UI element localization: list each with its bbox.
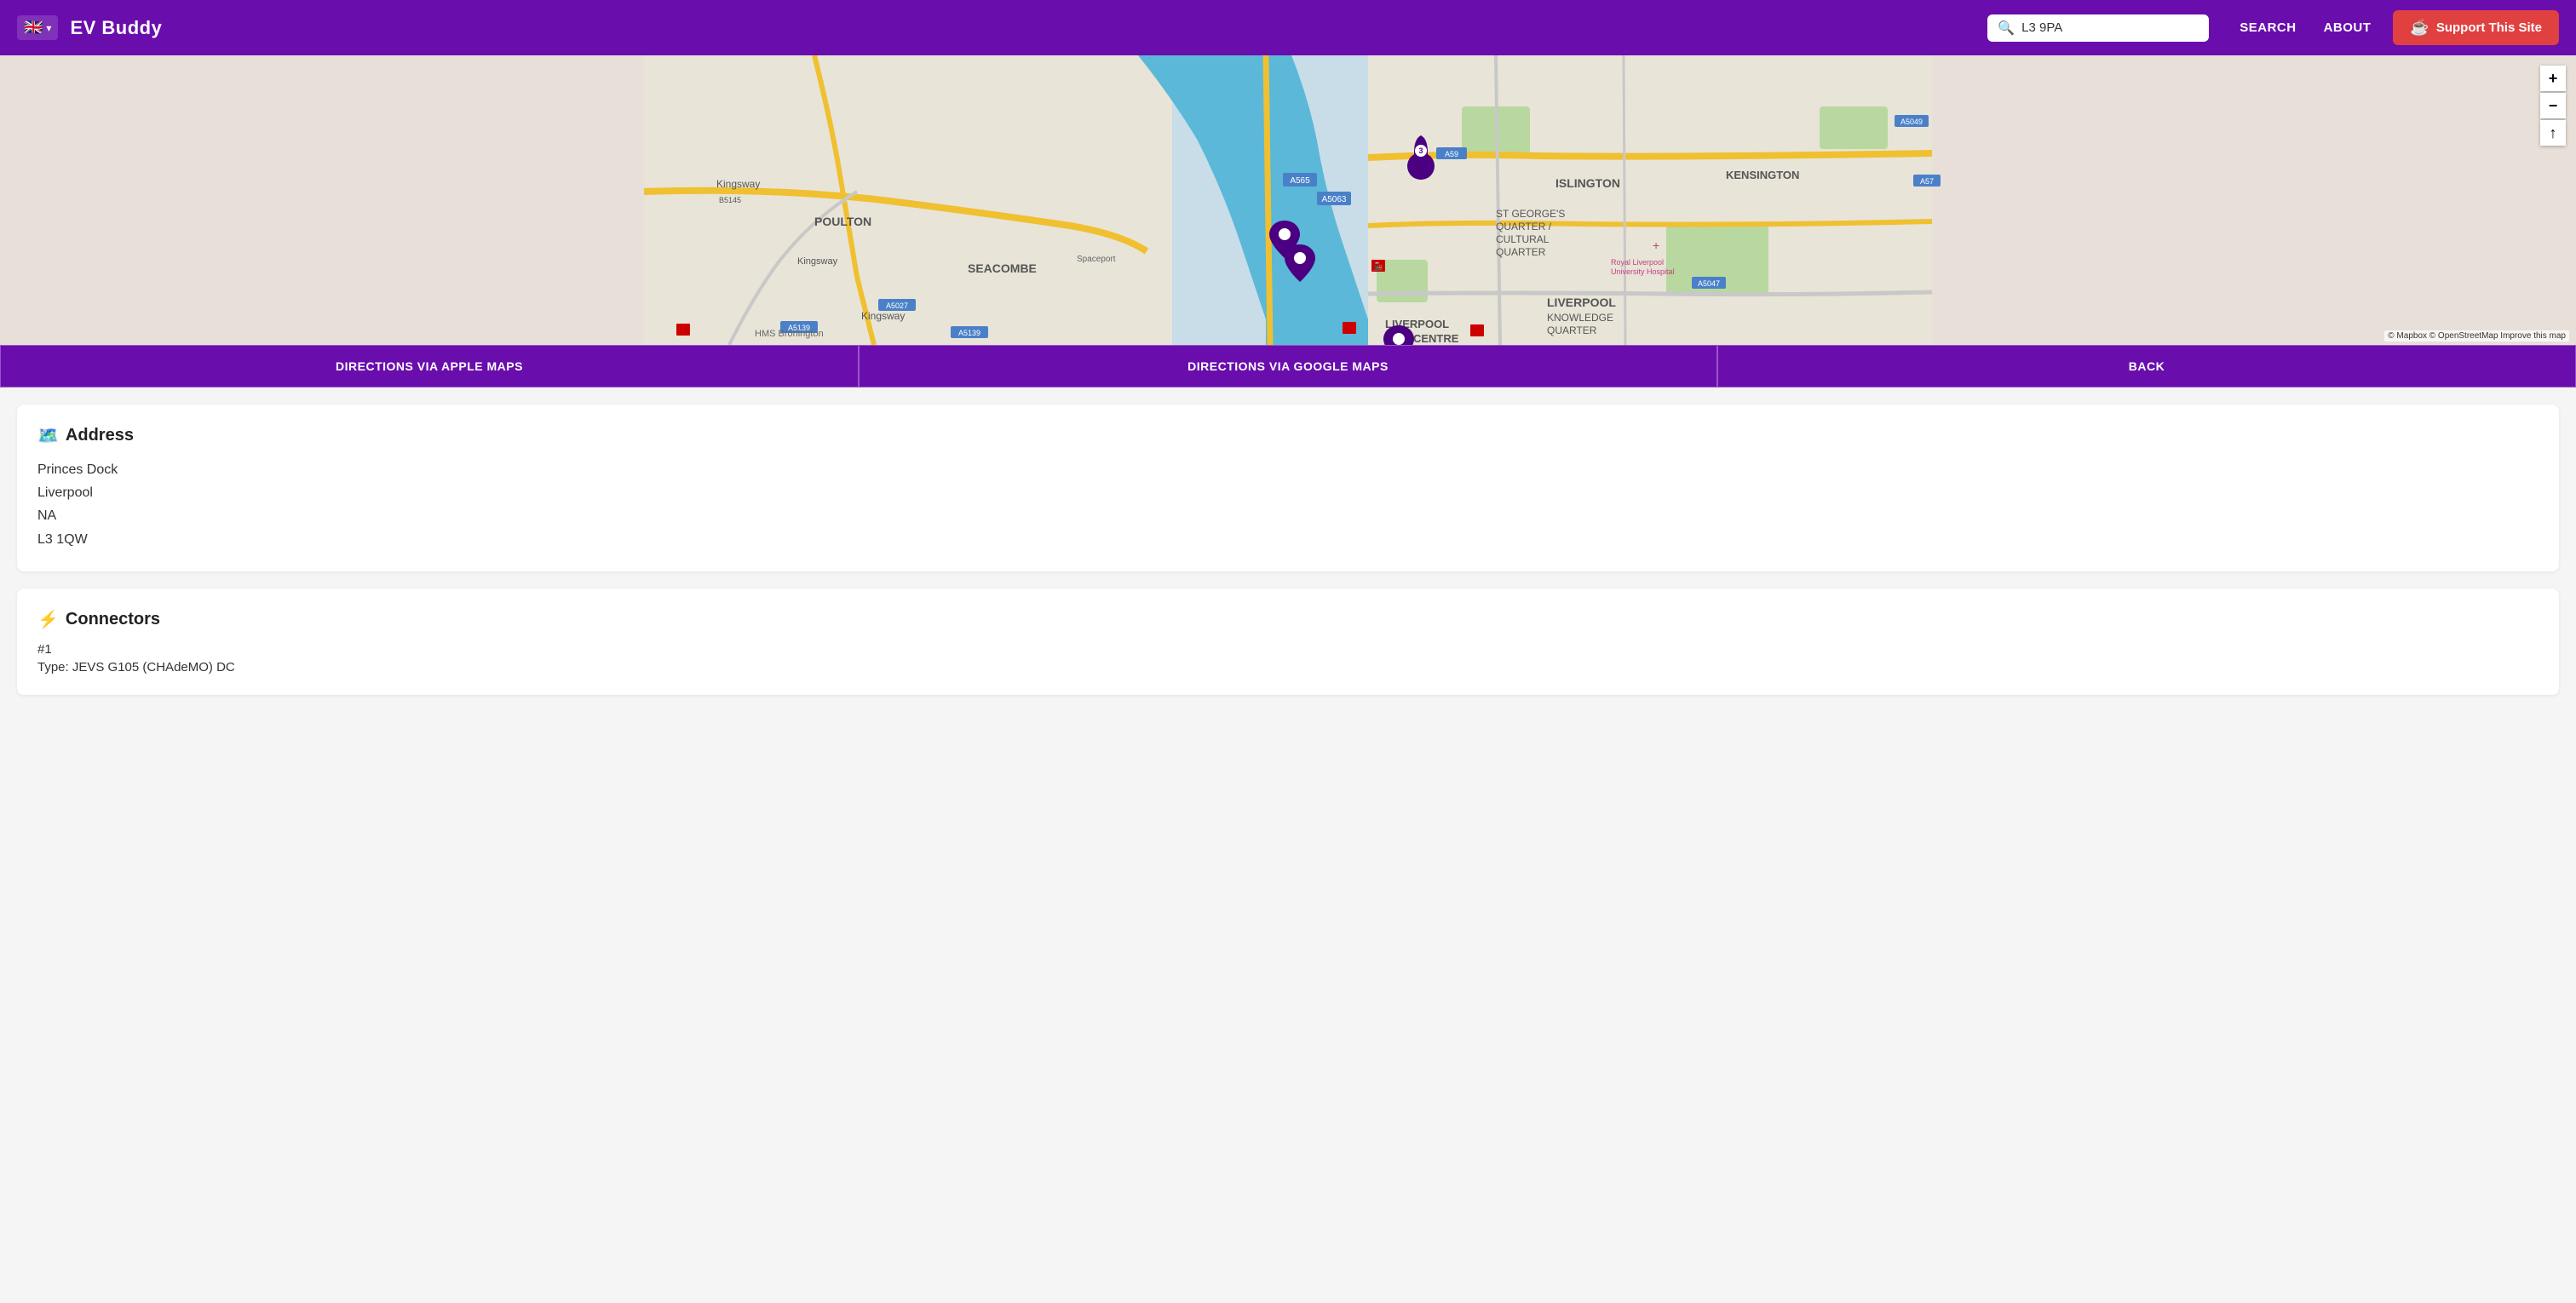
about-nav-button[interactable]: ABOUT — [2324, 20, 2372, 35]
connector-type: Type: JEVS G105 (CHAdeMO) DC — [37, 660, 2539, 674]
search-bar: 🔍 — [1987, 14, 2209, 42]
map-controls: + − ↑ — [2540, 66, 2566, 146]
apple-maps-button[interactable]: DIRECTIONS VIA APPLE MAPS — [0, 345, 859, 387]
connectors-icon: ⚡ — [37, 609, 59, 630]
svg-text:QUARTER: QUARTER — [1547, 324, 1597, 336]
svg-text:ISLINGTON: ISLINGTON — [1555, 176, 1620, 190]
svg-text:Kingsway: Kingsway — [797, 256, 838, 267]
language-selector[interactable]: 🇬🇧 ▾ — [17, 15, 58, 40]
svg-text:A5049: A5049 — [1900, 118, 1923, 126]
svg-text:University Hospital: University Hospital — [1611, 267, 1675, 276]
map-container: A565 A5063 A59 A5027 A5139 A5139 POULTON… — [0, 55, 2576, 345]
map-svg: A565 A5063 A59 A5027 A5139 A5139 POULTON… — [0, 55, 2576, 345]
support-button[interactable]: ☕ Support This Site — [2393, 10, 2559, 45]
address-line1: Princes Dock — [37, 458, 2539, 481]
connector-number: #1 — [37, 642, 2539, 657]
svg-text:A5139: A5139 — [958, 329, 980, 337]
svg-text:B5145: B5145 — [719, 196, 741, 204]
svg-text:SEACOMBE: SEACOMBE — [968, 261, 1037, 275]
search-input[interactable] — [2021, 20, 2199, 35]
svg-text:Spaceport: Spaceport — [1077, 255, 1116, 264]
address-card: 🗺️ Address Princes Dock Liverpool NA L3 … — [17, 405, 2559, 571]
address-section-title: 🗺️ Address — [37, 425, 2539, 446]
connectors-title-text: Connectors — [66, 610, 160, 629]
reset-bearing-button[interactable]: ↑ — [2540, 120, 2566, 146]
svg-text:ST GEORGE'S: ST GEORGE'S — [1496, 208, 1565, 220]
app-title: EV Buddy — [70, 17, 1987, 39]
google-maps-button[interactable]: DIRECTIONS VIA GOOGLE MAPS — [859, 345, 1717, 387]
svg-text:KNOWLEDGE: KNOWLEDGE — [1547, 312, 1613, 324]
content-area: 🗺️ Address Princes Dock Liverpool NA L3 … — [0, 387, 2576, 729]
svg-text:A5027: A5027 — [886, 301, 908, 310]
svg-text:CULTURAL: CULTURAL — [1496, 233, 1550, 245]
svg-text:A57: A57 — [1920, 177, 1934, 186]
address-line3: NA — [37, 504, 2539, 527]
svg-text:+: + — [1653, 238, 1659, 252]
search-nav-button[interactable]: SEARCH — [2240, 20, 2296, 35]
chevron-down-icon: ▾ — [46, 22, 51, 34]
map-attribution: © Mapbox © OpenStreetMap Improve this ma… — [2384, 330, 2569, 342]
svg-text:3: 3 — [1418, 146, 1423, 155]
svg-text:LIVERPOOL: LIVERPOOL — [1547, 296, 1616, 309]
search-icon: 🔍 — [1998, 20, 2015, 37]
connectors-card: ⚡ Connectors #1 Type: JEVS G105 (CHAdeMO… — [17, 588, 2559, 695]
svg-text:Kingsway: Kingsway — [861, 310, 905, 322]
svg-text:Royal Liverpool: Royal Liverpool — [1611, 258, 1664, 267]
svg-text:QUARTER: QUARTER — [1496, 246, 1546, 258]
address-title-text: Address — [66, 426, 134, 445]
support-label: Support This Site — [2436, 20, 2542, 35]
zoom-out-button[interactable]: − — [2540, 93, 2566, 118]
app-header: 🇬🇧 ▾ EV Buddy 🔍 SEARCH ABOUT ☕ Support T… — [0, 0, 2576, 55]
svg-text:HMS Bronington: HMS Bronington — [755, 329, 824, 339]
connectors-section-title: ⚡ Connectors — [37, 609, 2539, 630]
address-line2: Liverpool — [37, 481, 2539, 504]
svg-text:A5063: A5063 — [1322, 195, 1347, 204]
svg-text:QUARTER /: QUARTER / — [1496, 221, 1552, 232]
svg-text:A5047: A5047 — [1698, 279, 1720, 288]
back-button[interactable]: BACK — [1717, 345, 2576, 387]
svg-text:Kingsway: Kingsway — [716, 178, 760, 190]
svg-text:🚂: 🚂 — [1373, 261, 1383, 271]
svg-text:A565: A565 — [1290, 176, 1310, 186]
svg-text:A59: A59 — [1445, 150, 1458, 158]
svg-text:KENSINGTON: KENSINGTON — [1726, 169, 1799, 181]
coffee-icon: ☕ — [2410, 19, 2429, 37]
action-buttons: DIRECTIONS VIA APPLE MAPS DIRECTIONS VIA… — [0, 345, 2576, 387]
flag-icon: 🇬🇧 — [24, 19, 43, 37]
address-icon: 🗺️ — [37, 425, 59, 446]
address-line4: L3 1QW — [37, 528, 2539, 551]
svg-text:POULTON: POULTON — [814, 215, 871, 228]
zoom-in-button[interactable]: + — [2540, 66, 2566, 91]
